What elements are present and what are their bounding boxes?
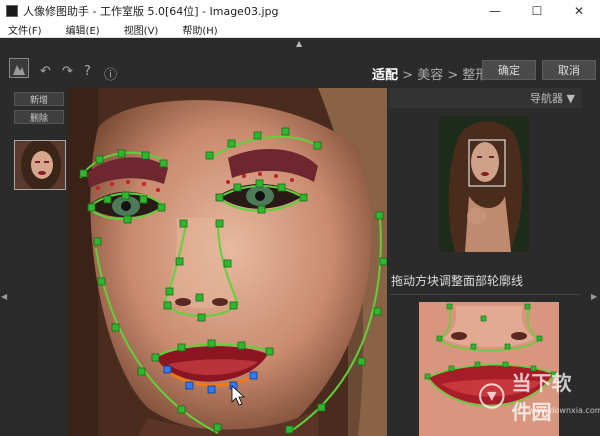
watermark-url: www.downxia.com [528, 406, 600, 415]
confirm-button[interactable]: 确定 [482, 60, 536, 80]
image-list-panel: 新增 删除 [10, 88, 68, 436]
cancel-button[interactable]: 取消 [542, 60, 596, 80]
help-icon[interactable]: ? [84, 64, 91, 79]
close-button[interactable]: ✕ [558, 0, 600, 22]
watermark-text: 当下软件园 [511, 371, 572, 424]
expand-left-icon[interactable]: ◀ [1, 292, 7, 301]
add-button[interactable]: 新增 [14, 92, 64, 106]
maximize-button[interactable]: ☐ [516, 0, 558, 22]
menu-file[interactable]: 文件(F) [8, 22, 42, 37]
window-controls: — ☐ ✕ [474, 0, 600, 22]
undo-icon[interactable]: ↶ [40, 64, 51, 79]
step-fit[interactable]: 适配 [372, 68, 398, 83]
app-icon [6, 5, 18, 17]
menu-bar: 文件(F) 编辑(E) 视图(V) 帮助(H) [0, 22, 600, 38]
toolbar: ↶ ↷ ? ⓘ 适配 > 美容 > 整形 确定 取消 [0, 50, 600, 86]
instruction-text: 拖动方块调整面部轮廓线 [391, 274, 524, 288]
navigator-label: 导航器 ▼ [530, 92, 575, 105]
breadcrumb-separator: > [398, 68, 418, 83]
image-thumbnail[interactable] [14, 140, 66, 190]
info-icon[interactable]: ⓘ [104, 64, 117, 83]
watermark-logo-icon [479, 383, 505, 409]
workflow-breadcrumb: 适配 > 美容 > 整形 [372, 64, 488, 83]
navigator-header[interactable]: 导航器 ▼ [389, 88, 581, 108]
collapse-strip: ▲ [0, 38, 600, 50]
delete-button[interactable]: 删除 [14, 110, 64, 124]
watermark: 当下软件园 www.downxia.com [478, 370, 600, 424]
expand-right-icon[interactable]: ▶ [591, 292, 597, 301]
navigator-preview[interactable] [439, 116, 529, 252]
window-title: 人像修图助手 - 工作室版 5.0[64位] - Image03.jpg [23, 5, 279, 18]
redo-icon[interactable]: ↷ [62, 64, 73, 79]
divider [389, 294, 581, 295]
collapse-up-icon[interactable]: ▲ [296, 39, 302, 48]
image-thumb-icon[interactable] [9, 58, 29, 78]
photo-canvas[interactable] [68, 88, 387, 436]
menu-help[interactable]: 帮助(H) [182, 22, 217, 37]
menu-view[interactable]: 视图(V) [124, 22, 159, 37]
title-bar: 人像修图助手 - 工作室版 5.0[64位] - Image03.jpg — ☐… [0, 0, 600, 22]
step-beauty[interactable]: 美容 [417, 68, 443, 83]
breadcrumb-separator: > [443, 68, 463, 83]
minimize-button[interactable]: — [474, 0, 516, 22]
menu-edit[interactable]: 编辑(E) [66, 22, 100, 37]
